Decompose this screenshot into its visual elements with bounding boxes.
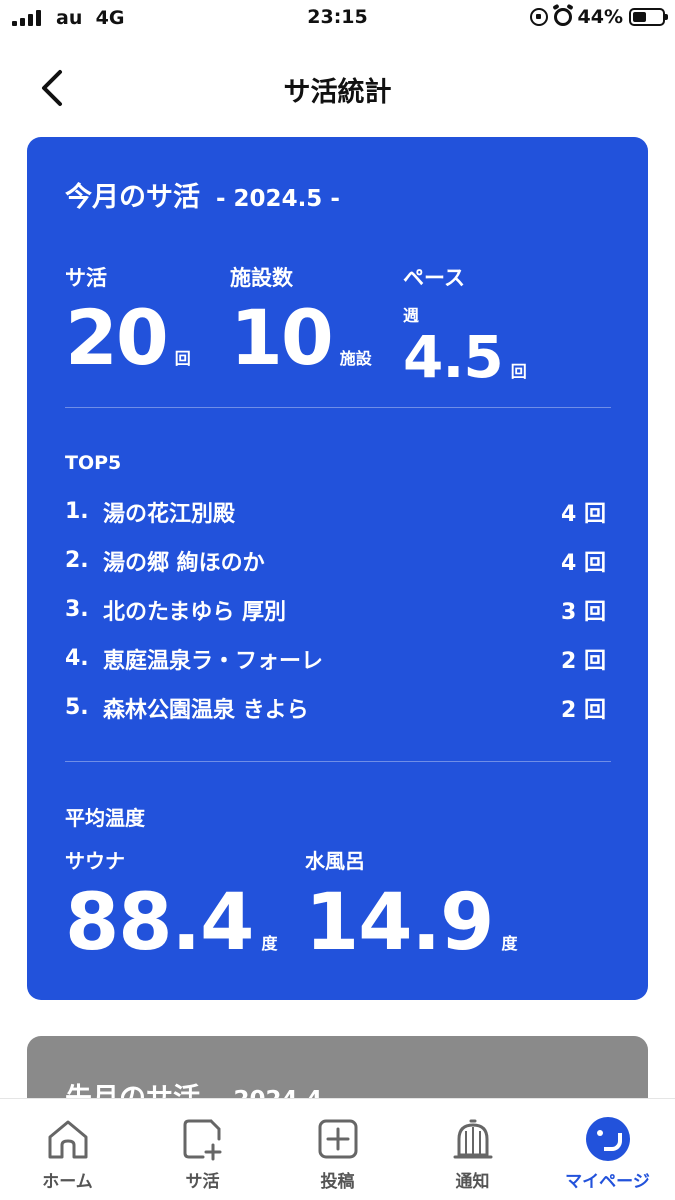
bell-icon <box>451 1117 495 1161</box>
rank-number: 2. <box>65 548 89 573</box>
rank-number: 5. <box>65 695 89 720</box>
sauna-temp: サウナ 88.4 度 <box>65 845 277 962</box>
visit-count: 3 回 <box>561 599 606 625</box>
temp-value: 88.4 <box>65 878 254 968</box>
edit-note-icon <box>181 1117 225 1161</box>
tab-label: サ活 <box>185 1172 220 1192</box>
temp-label: サウナ <box>65 849 125 873</box>
tab-notify[interactable]: 通知 <box>405 1099 540 1200</box>
facility-name: 森林公園温泉 きよら <box>103 697 309 723</box>
stat-label: ペース <box>403 266 465 290</box>
visit-count: 4 回 <box>561 501 606 527</box>
status-right: 44% <box>529 6 668 28</box>
alarm-icon <box>553 8 572 26</box>
current-month-card: 今月のサ活 - 2024.5 - サ活 20 回 施設数 10 施設 ペース 週… <box>27 137 648 1000</box>
facility-name: 湯の花江別殿 <box>103 501 236 527</box>
visit-count: 2 回 <box>561 648 606 674</box>
top5-list: 1. 湯の花江別殿 4 回 2. 湯の郷 絢ほのか 4 回 3. 北のたまゆら … <box>65 487 611 732</box>
stat-facilities: 施設数 10 施設 <box>230 262 372 376</box>
cold-bath-temp: 水風呂 14.9 度 <box>305 845 517 962</box>
stat-unit: 回 <box>174 349 191 368</box>
temp-value: 14.9 <box>305 878 494 968</box>
navigation-bar: サ活統計 <box>0 48 675 128</box>
stat-label: 施設数 <box>230 266 293 290</box>
card-month: - 2024.5 - <box>216 186 340 212</box>
page-title: サ活統計 <box>283 77 392 108</box>
status-bar: au 4G 23:15 44% <box>0 0 675 40</box>
tab-post[interactable]: 投稿 <box>270 1099 405 1200</box>
tab-label: ホーム <box>42 1172 93 1192</box>
rotation-lock-icon <box>529 8 548 26</box>
divider <box>65 407 611 408</box>
temp-unit: 度 <box>501 934 518 953</box>
temp-unit: 度 <box>261 934 278 953</box>
divider <box>65 761 611 762</box>
list-item[interactable]: 5. 森林公園温泉 きよら 2 回 <box>65 683 611 732</box>
battery-percent: 44% <box>577 6 623 28</box>
card-header: 今月のサ活 - 2024.5 - <box>65 175 340 214</box>
list-item[interactable]: 2. 湯の郷 絢ほのか 4 回 <box>65 536 611 585</box>
rank-number: 3. <box>65 597 89 622</box>
list-item[interactable]: 1. 湯の花江別殿 4 回 <box>65 487 611 536</box>
top5-label: TOP5 <box>65 452 122 474</box>
plus-square-icon <box>316 1117 360 1161</box>
stat-pace: ペース 週 4.5 回 <box>403 262 527 386</box>
stat-value: 20 <box>65 293 169 382</box>
card-title: 今月のサ活 <box>65 182 200 213</box>
tab-bar: ホーム サ活 投稿 通知 マイページ <box>0 1098 675 1200</box>
temp-label: 水風呂 <box>305 849 365 873</box>
stat-value: 4.5 <box>403 323 504 391</box>
visit-count: 2 回 <box>561 697 606 723</box>
visit-count: 4 回 <box>561 550 606 576</box>
list-item[interactable]: 3. 北のたまゆら 厚別 3 回 <box>65 585 611 634</box>
stats-row: サ活 20 回 施設数 10 施設 ペース 週 4.5 回 <box>65 262 625 392</box>
tab-sakatsu[interactable]: サ活 <box>135 1099 270 1200</box>
tab-label: マイページ <box>565 1172 650 1192</box>
facility-name: 恵庭温泉ラ・フォーレ <box>103 648 324 674</box>
rank-number: 1. <box>65 499 89 524</box>
stat-unit: 回 <box>510 362 527 381</box>
rank-number: 4. <box>65 646 89 671</box>
mypage-icon <box>586 1117 630 1161</box>
stat-unit: 施設 <box>339 349 372 368</box>
avg-temp-label: 平均温度 <box>65 806 145 830</box>
tab-mypage[interactable]: マイページ <box>540 1099 675 1200</box>
stat-value: 10 <box>230 293 334 382</box>
stat-sakatsu: サ活 20 回 <box>65 262 191 376</box>
tab-label: 通知 <box>455 1172 490 1192</box>
facility-name: 北のたまゆら 厚別 <box>103 599 286 625</box>
home-icon <box>46 1117 90 1161</box>
stat-label: サ活 <box>65 266 107 290</box>
battery-icon <box>629 8 668 26</box>
tab-home[interactable]: ホーム <box>0 1099 135 1200</box>
tab-label: 投稿 <box>320 1172 355 1192</box>
facility-name: 湯の郷 絢ほのか <box>103 550 265 576</box>
list-item[interactable]: 4. 恵庭温泉ラ・フォーレ 2 回 <box>65 634 611 683</box>
